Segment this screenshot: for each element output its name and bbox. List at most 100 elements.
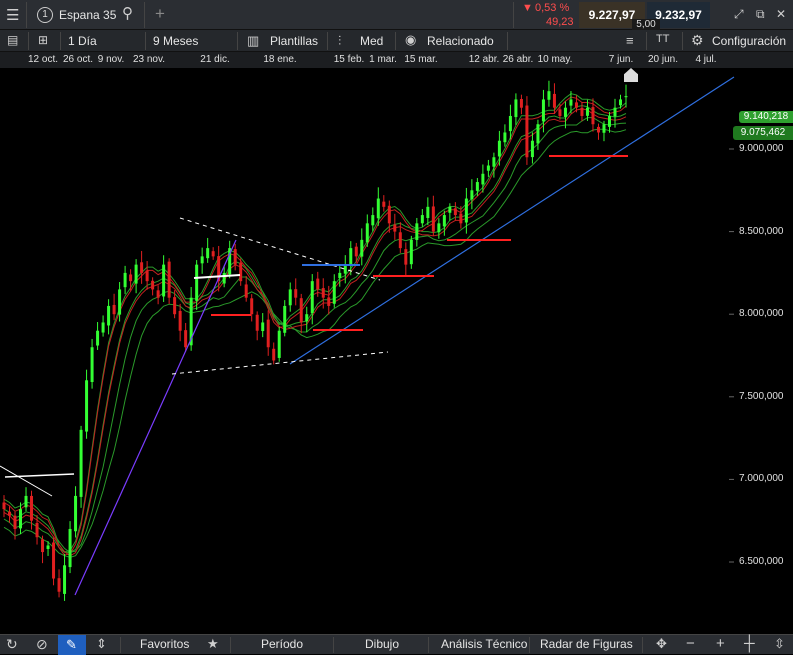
gear-icon[interactable]: ⚙ [691, 33, 704, 47]
favorites-button[interactable]: Favoritos [140, 637, 189, 651]
candle-body [492, 157, 496, 167]
candle-body [437, 223, 441, 233]
crosshair-move-icon[interactable]: ✥ [656, 637, 667, 650]
candle-body [35, 522, 39, 538]
popout-icon[interactable]: ⧉ [756, 8, 765, 20]
candle-body [167, 261, 171, 298]
candle-body [52, 542, 56, 579]
pencil-button[interactable]: ✎ [58, 635, 86, 655]
layout-grid-icon[interactable]: ⊞ [38, 34, 48, 46]
price-chart[interactable]: 6.500,000 7.000,000 7.500,000 8.000,000 8.50… [0, 68, 793, 634]
candle-body [310, 281, 314, 314]
trend-line-blue[interactable] [289, 76, 735, 365]
candle-body [470, 190, 474, 200]
pattern-radar-button[interactable]: Radar de Figuras [540, 637, 633, 651]
text-size-icon[interactable]: TT [656, 34, 669, 45]
divider [682, 32, 683, 50]
candle-body [244, 284, 248, 298]
candlestick-icon[interactable]: ⫶ [338, 34, 341, 47]
candle-body [420, 215, 424, 224]
drawing-button[interactable]: Dibujo [365, 637, 399, 651]
chart-type-selector[interactable]: Med [360, 34, 383, 48]
candle-body [580, 107, 584, 116]
candle-body [618, 99, 622, 106]
crosshair-icon[interactable]: ┼ [744, 636, 755, 651]
white-level-line[interactable] [193, 274, 241, 279]
candle-body [134, 264, 138, 284]
date-tick-label: 12 abr. [468, 54, 500, 65]
candle-body [398, 232, 402, 249]
candle-body [591, 107, 595, 125]
date-tick-label: 26 oct. [62, 54, 94, 65]
candle-body [376, 198, 380, 219]
candle-body [195, 264, 199, 301]
search-icon[interactable]: ⚲ [122, 6, 133, 21]
candle-body [574, 102, 578, 108]
price-tick-label: 7.500,000 [739, 390, 784, 402]
chart-canvas[interactable] [0, 68, 793, 634]
candle-body [101, 322, 105, 333]
expand-icon[interactable]: ⤢ [734, 8, 744, 20]
instrument-name[interactable]: Espana 35 [59, 8, 116, 22]
candle-body [409, 239, 413, 265]
templates-icon[interactable]: ▥ [247, 34, 259, 47]
range-selector[interactable]: 9 Meses [153, 34, 198, 48]
change-percent: 0,53 % [535, 2, 570, 14]
candle-body [327, 297, 331, 306]
current-price-label: 9.140,218 [739, 111, 793, 123]
add-symbol-icon[interactable]: + [155, 5, 165, 22]
price-tick-label: 9.000,000 [739, 143, 784, 154]
candle-body [145, 270, 149, 282]
candle-body [536, 124, 540, 144]
candle-body [459, 213, 463, 224]
candle-body [57, 578, 61, 592]
instrument-slot-number[interactable]: 1 [37, 7, 53, 23]
zoom-in-icon[interactable]: + [716, 636, 725, 651]
related-button[interactable]: Relacionado [427, 34, 494, 48]
candle-body [19, 509, 23, 529]
close-icon[interactable]: ✕ [776, 8, 786, 20]
hamburger-icon[interactable]: ☰ [6, 8, 19, 23]
candle-body [123, 272, 127, 288]
refresh-icon[interactable]: ↻ [6, 637, 18, 651]
candle-body [277, 330, 281, 358]
indicators-icon[interactable]: ≡ [626, 34, 634, 47]
candle-body [354, 246, 358, 257]
candle-body [162, 264, 166, 297]
candle-body [272, 348, 276, 361]
price-tick-label: 8.500,000 [739, 225, 784, 237]
top-bar: ☰ 1 Espana 35 ⚲ + ▼ 0,53 % 49,23 9.227,9… [0, 0, 793, 31]
interval-selector[interactable]: 1 Día [68, 34, 97, 48]
vertical-zoom-icon[interactable]: ⇳ [774, 637, 785, 650]
candle-body [79, 429, 83, 497]
star-icon[interactable]: ★ [207, 637, 219, 650]
candle-body [503, 132, 507, 143]
list-icon[interactable]: ▤ [7, 34, 18, 46]
candle-body [464, 198, 468, 223]
double-arrow-icon[interactable]: ⇕ [96, 637, 107, 650]
candle-body [602, 124, 606, 133]
settings-button[interactable]: Configuración [712, 34, 786, 48]
candle-body [250, 298, 254, 315]
candle-body [393, 224, 397, 232]
candle-body [475, 182, 479, 191]
pencil-icon: ✎ [66, 637, 77, 652]
eye-icon[interactable]: ◉ [405, 33, 416, 46]
divider [230, 637, 231, 653]
no-draw-icon[interactable]: ⊘ [36, 637, 48, 651]
candle-body [404, 249, 408, 265]
candle-body [552, 93, 556, 108]
technical-analysis-button[interactable]: Análisis Técnico [441, 637, 527, 651]
candle-body [294, 289, 298, 298]
candle-body [321, 288, 325, 298]
period-button[interactable]: Período [261, 637, 303, 651]
candle-body [90, 347, 94, 383]
candle-body [63, 565, 67, 594]
templates-button[interactable]: Plantillas [270, 34, 318, 48]
price-tick-label: 7.000,000 [739, 473, 784, 485]
zoom-out-icon[interactable]: − [686, 636, 695, 651]
divider [507, 32, 508, 50]
candle-body [24, 495, 28, 508]
trend-line-purple[interactable] [74, 239, 237, 596]
divider [327, 32, 328, 50]
